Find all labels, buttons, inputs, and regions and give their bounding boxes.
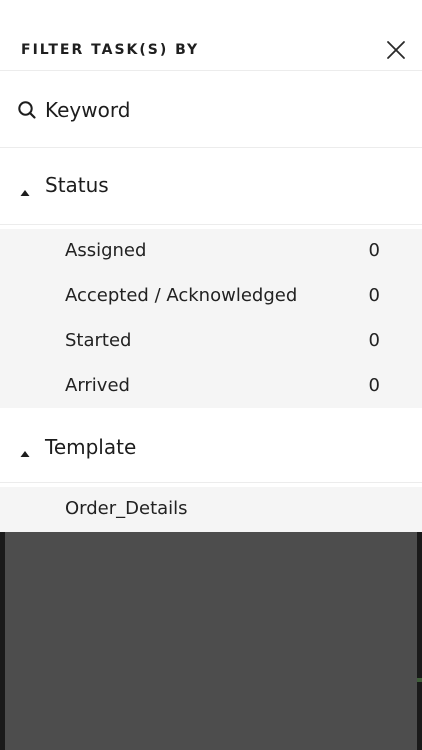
option-count: 0 (368, 375, 380, 396)
search-icon (17, 100, 37, 120)
status-option-assigned[interactable]: Assigned 0 (0, 229, 422, 274)
option-count: 0 (368, 240, 380, 261)
option-count: 0 (368, 330, 380, 351)
option-label: Arrived (65, 375, 130, 396)
overlay-edge (0, 532, 5, 750)
filter-header: FILTER TASK(S) BY (0, 0, 422, 71)
caret-up-icon (20, 182, 30, 196)
close-icon (387, 41, 405, 59)
option-count: 0 (368, 285, 380, 306)
caret-up-icon (20, 443, 30, 457)
status-option-started[interactable]: Started 0 (0, 319, 422, 364)
status-options-list: Assigned 0 Accepted / Acknowledged 0 Sta… (0, 229, 422, 408)
option-label: Accepted / Acknowledged (65, 285, 298, 306)
template-section-header[interactable]: Template (0, 408, 422, 483)
template-section-label: Template (45, 435, 137, 459)
overlay-edge (417, 532, 422, 750)
template-options-list: Order_Details (0, 487, 422, 532)
keyword-label: Keyword (45, 98, 131, 122)
status-option-accepted[interactable]: Accepted / Acknowledged 0 (0, 274, 422, 319)
status-option-arrived[interactable]: Arrived 0 (0, 364, 422, 409)
status-section-label: Status (45, 173, 109, 197)
option-label: Order_Details (65, 498, 188, 519)
option-label: Started (65, 330, 132, 351)
close-button[interactable] (384, 38, 408, 62)
template-option-order-details[interactable]: Order_Details (0, 487, 422, 532)
background-overlay[interactable] (0, 532, 422, 750)
status-section-header[interactable]: Status (0, 148, 422, 225)
keyword-filter-row[interactable]: Keyword (0, 71, 422, 148)
filter-panel: FILTER TASK(S) BY Keyword Status Assigne… (0, 0, 422, 532)
option-label: Assigned (65, 240, 147, 261)
overlay-edge-mark (417, 678, 422, 682)
filter-title: FILTER TASK(S) BY (21, 42, 200, 58)
